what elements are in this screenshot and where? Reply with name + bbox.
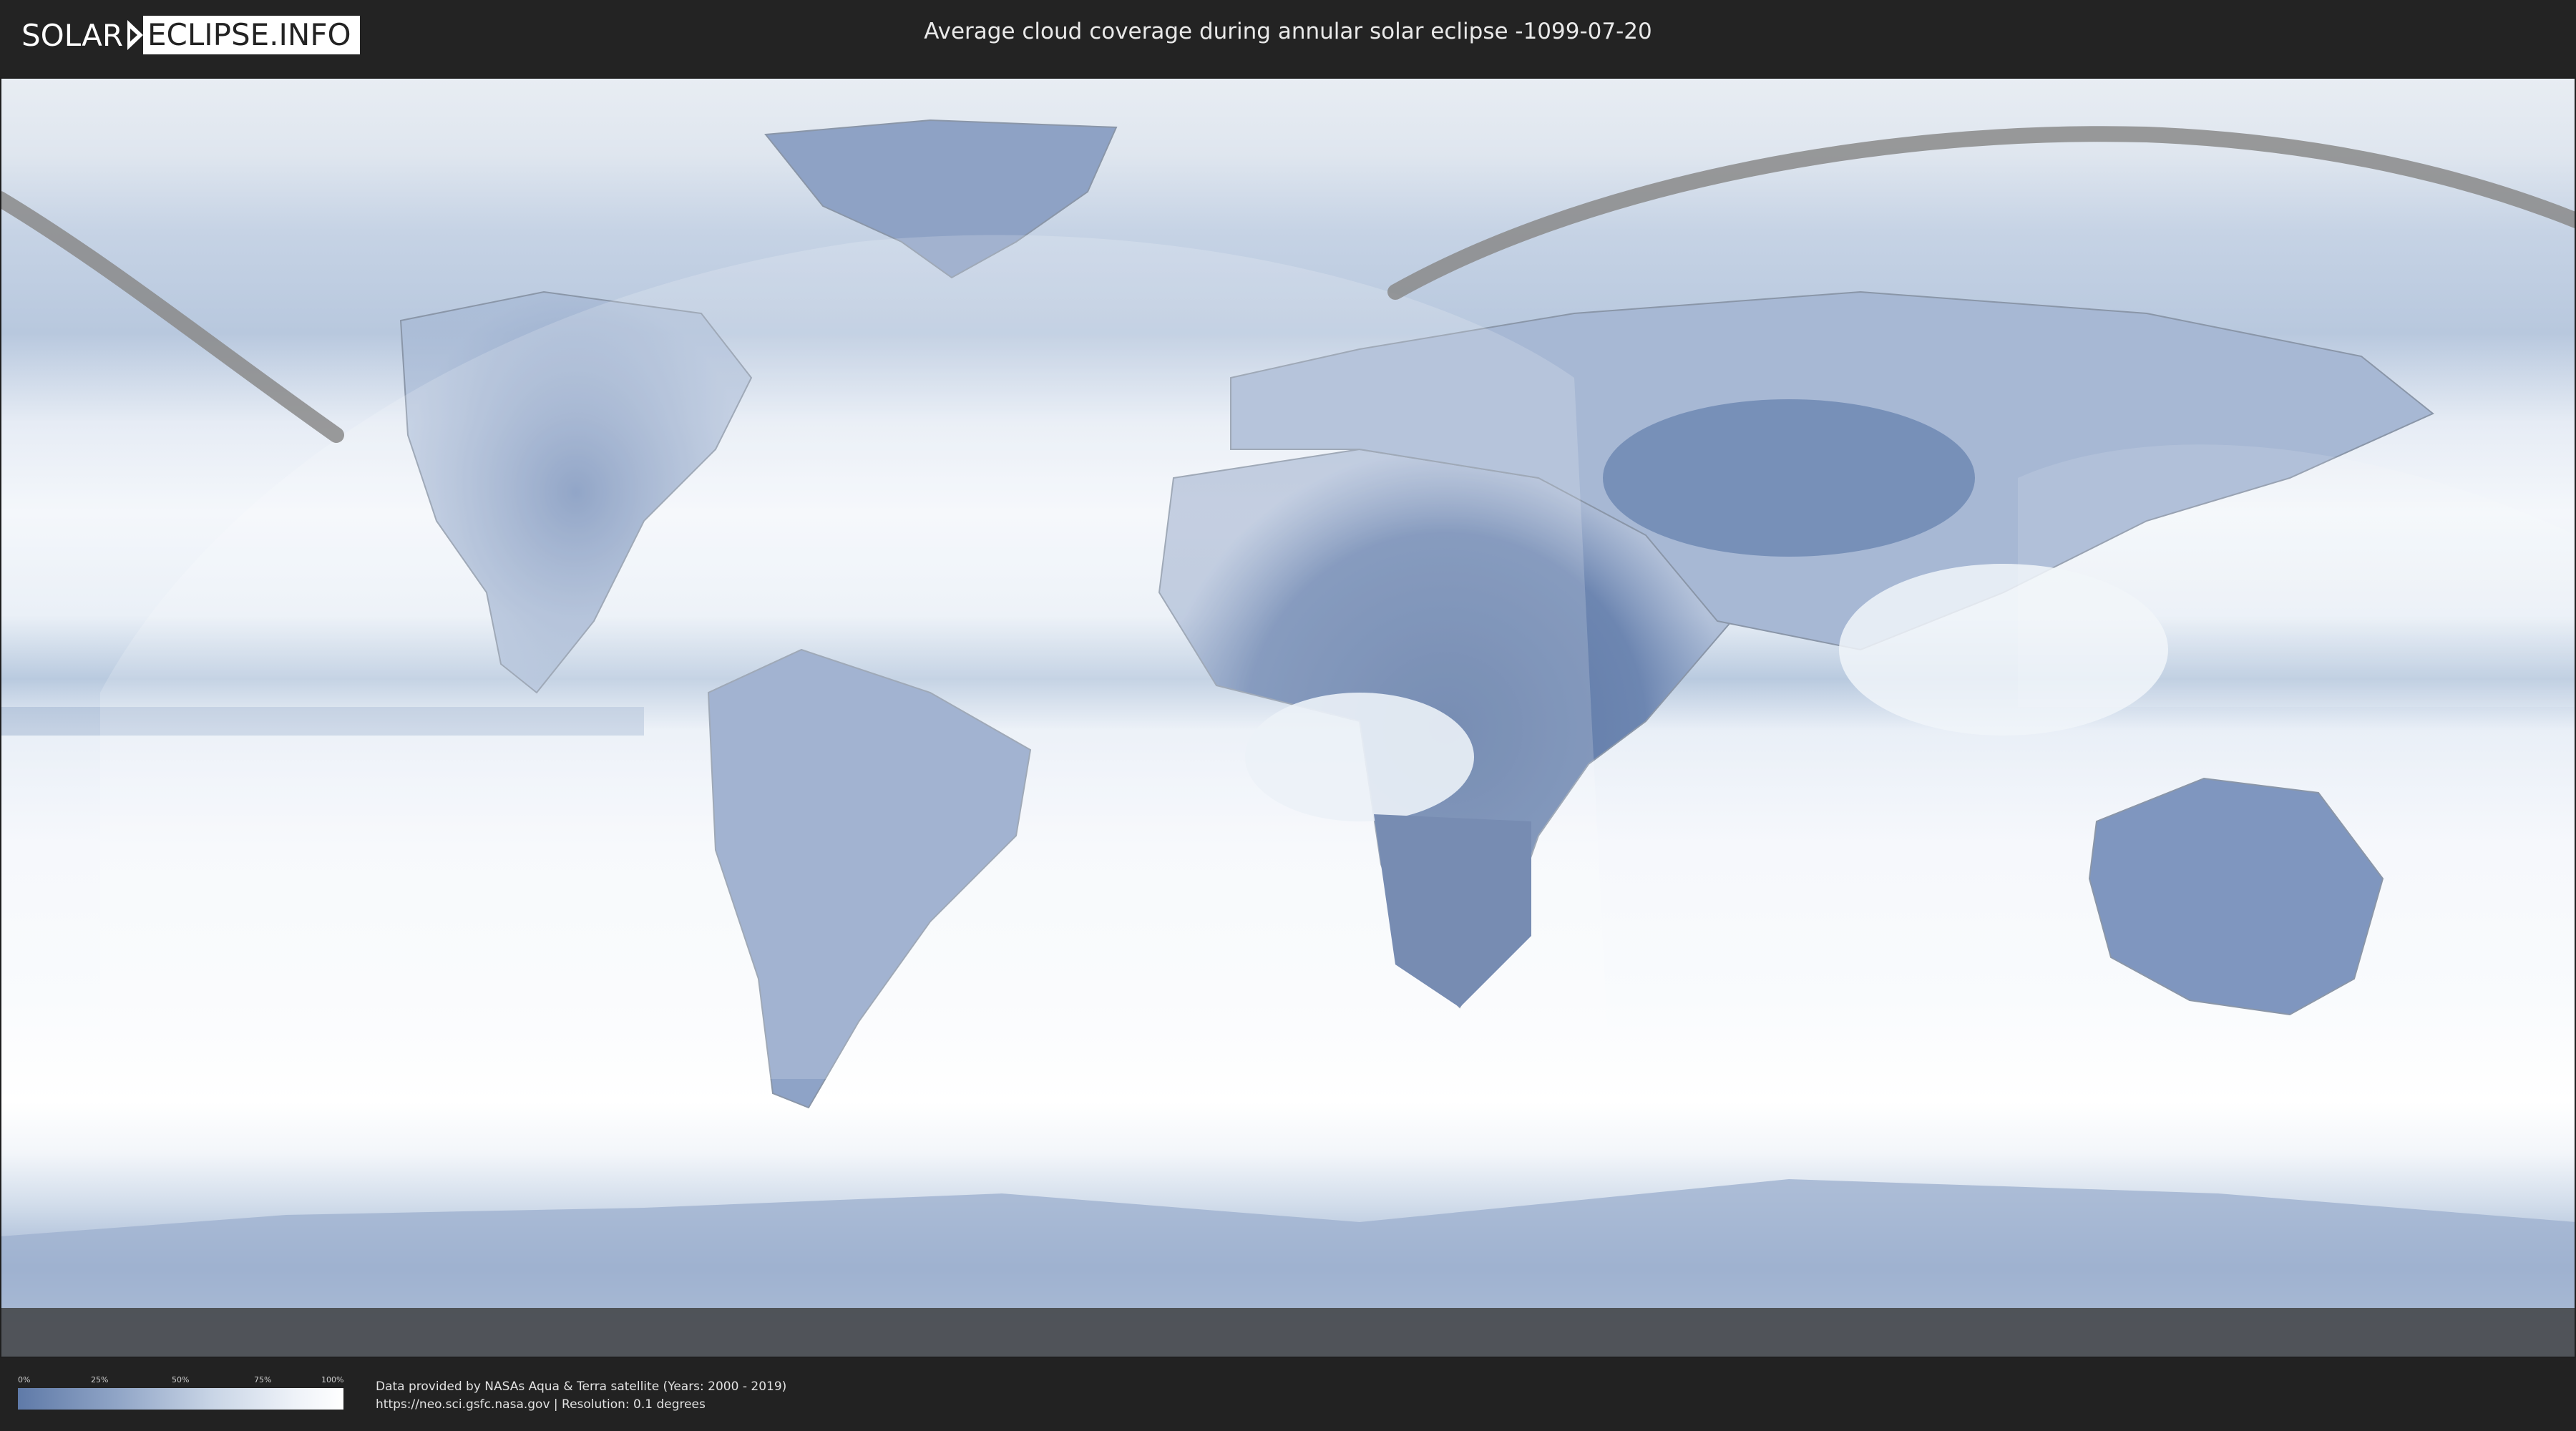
map-canvas: [0, 77, 2576, 1358]
legend-tick-75: 75%: [254, 1375, 272, 1384]
legend-tick-50: 50%: [172, 1375, 190, 1384]
credits-line-source: Data provided by NASAs Aqua & Terra sate…: [376, 1379, 787, 1394]
header-bar: SOLAR ECLIPSE.INFO Average cloud coverag…: [0, 0, 2576, 70]
legend-tick-25: 25%: [91, 1375, 109, 1384]
data-credits: Data provided by NASAs Aqua & Terra sate…: [376, 1378, 786, 1414]
cloud-coverage-map[interactable]: [0, 77, 2576, 1358]
app-root: SOLAR ECLIPSE.INFO Average cloud coverag…: [0, 0, 2576, 1431]
night-shadow-strip: [0, 1308, 2576, 1358]
page-title: Average cloud coverage during annular so…: [924, 19, 1652, 44]
central-asia-clear: [1603, 399, 1975, 557]
cloud-coverage-legend: 0% 25% 50% 75% 100%: [18, 1375, 343, 1414]
legend-tick-100: 100%: [321, 1375, 344, 1384]
legend-tick-0: 0%: [18, 1375, 31, 1384]
legend-gradient-bar: [18, 1388, 343, 1410]
credits-line-url[interactable]: https://neo.sci.gsfc.nasa.gov | Resoluti…: [376, 1396, 786, 1414]
